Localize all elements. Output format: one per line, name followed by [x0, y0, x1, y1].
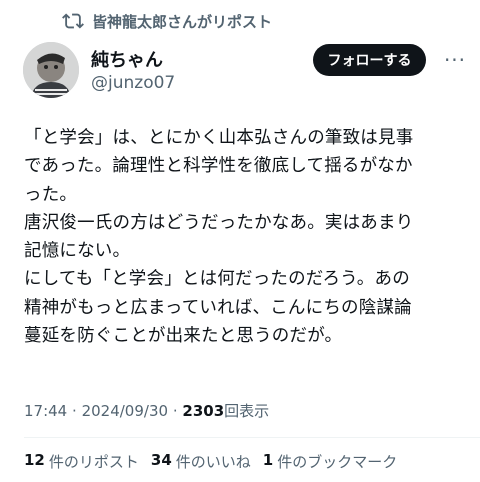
likes-count: 34: [150, 451, 172, 469]
reposts-stat[interactable]: 12 件のリポスト: [24, 451, 139, 472]
tweet-text-line: 記憶にない。: [24, 241, 131, 262]
follow-button[interactable]: フォローする: [313, 44, 426, 76]
bookmarks-count: 1: [262, 451, 274, 469]
meta-separator: ·: [72, 402, 77, 420]
repost-header: 皆神龍太郎さんがリポスト: [62, 8, 272, 34]
avatar-image: [23, 42, 79, 98]
tweet-text-line: にしても「と学会」とは何だったのだろう。あの: [24, 269, 410, 290]
engagement-stats: 12 件のリポスト 34 件のいいね 1 件のブックマーク: [24, 451, 397, 472]
meta-separator: ·: [172, 402, 178, 420]
divider: [24, 437, 480, 438]
tweet-text-line: 「と学会」は、とにかく山本弘さんの筆致は見事: [24, 128, 414, 148]
tweet-card: 皆神龍太郎さんがリポスト 純ちゃん @junzo07 フォローする ··· 「と…: [0, 0, 480, 482]
bookmarks-label: 件のブックマーク: [277, 453, 398, 471]
tweet-text-line: 精神がもっと広まっていれば、こんにちの陰謀論: [24, 297, 412, 318]
reposts-label: 件のリポスト: [48, 453, 139, 471]
likes-label: 件のいいね: [175, 453, 251, 471]
repost-icon: [62, 13, 84, 29]
tweet-text-line: 唐沢俊一氏の方はどうだったかなあ。実はあまり: [24, 212, 414, 233]
views-count: 2303: [182, 402, 225, 420]
avatar[interactable]: [23, 42, 79, 98]
author-display-name[interactable]: 純ちゃん: [91, 46, 163, 72]
author-handle[interactable]: @junzo07: [91, 73, 175, 93]
tweet-text: 「と学会」は、とにかく山本弘さんの筆致は見事 であった。論理性と科学性を徹底して…: [24, 124, 474, 350]
tweet-meta: 17:44 · 2024/09/30 · 2303回表示: [24, 400, 269, 421]
tweet-date[interactable]: 2024/09/30: [82, 402, 168, 420]
tweet-text-line: 蔓延を防ぐことが出来たと思うのだが。: [24, 326, 343, 347]
bookmarks-stat[interactable]: 1 件のブックマーク: [263, 451, 397, 472]
tweet-text-line: った。: [24, 184, 78, 205]
reposts-count: 12: [24, 451, 45, 469]
views-label: 回表示: [224, 402, 270, 420]
more-options-icon[interactable]: ···: [440, 46, 470, 74]
repost-header-text[interactable]: 皆神龍太郎さんがリポスト: [92, 11, 272, 32]
tweet-text-line: であった。論理性と科学性を徹底して揺るがなか: [24, 156, 413, 177]
tweet-time[interactable]: 17:44: [24, 402, 67, 420]
likes-stat[interactable]: 34 件のいいね: [151, 451, 251, 472]
